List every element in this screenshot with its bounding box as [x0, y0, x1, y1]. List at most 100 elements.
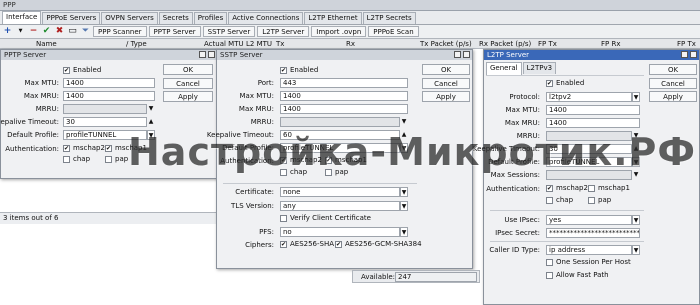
- auth-mschap2-checkbox[interactable]: ✔: [63, 145, 70, 152]
- verify-client-cert-checkbox[interactable]: [280, 215, 287, 222]
- allow-fast-path-checkbox[interactable]: [546, 272, 553, 279]
- sstp-server-button[interactable]: SSTP Server: [202, 26, 256, 37]
- chevron-down-icon[interactable]: ▼: [147, 104, 155, 114]
- keepalive-field[interactable]: 30: [63, 117, 147, 127]
- col-tx[interactable]: Tx: [276, 39, 284, 49]
- chevron-up-icon[interactable]: ▲: [147, 117, 155, 127]
- max-mtu-field[interactable]: 1400: [63, 78, 155, 88]
- col-tx-packet[interactable]: Tx Packet (p/s): [420, 39, 472, 49]
- chevron-down-icon[interactable]: ▼: [632, 215, 640, 225]
- col-fp-rx[interactable]: FP Rx: [601, 39, 620, 49]
- minimize-icon[interactable]: [454, 51, 461, 58]
- ok-button[interactable]: OK: [163, 64, 213, 75]
- chevron-down-icon[interactable]: ▼: [400, 227, 408, 237]
- max-mtu-field[interactable]: 1400: [280, 91, 408, 101]
- col-rx-packet[interactable]: Rx Packet (p/s): [479, 39, 531, 49]
- chevron-down-icon[interactable]: ▼: [632, 92, 640, 102]
- chevron-down-icon[interactable]: ▼: [15, 26, 26, 37]
- auth-chap-checkbox[interactable]: [546, 197, 553, 204]
- enabled-label: Enabled: [73, 66, 102, 74]
- protocol-select[interactable]: l2tpv2: [546, 92, 632, 102]
- port-field[interactable]: 443: [280, 78, 408, 88]
- remove-icon[interactable]: −: [28, 26, 39, 37]
- one-session-checkbox[interactable]: [546, 259, 553, 266]
- enabled-checkbox[interactable]: ✔: [280, 67, 287, 74]
- mrru-field[interactable]: [280, 117, 400, 127]
- window-title: PPP: [0, 0, 700, 11]
- caller-id-label: Caller ID Type:: [489, 246, 540, 254]
- import-ovpn-button[interactable]: Import .ovpn: [311, 26, 367, 37]
- pptp-server-button[interactable]: PPTP Server: [148, 26, 201, 37]
- max-mru-field[interactable]: 1400: [280, 104, 408, 114]
- ciphers-label: Ciphers:: [245, 241, 274, 249]
- comment-icon[interactable]: ▭: [67, 26, 78, 37]
- col-type[interactable]: / Type: [126, 39, 147, 49]
- col-l2-mtu[interactable]: L2 MTU: [246, 39, 272, 49]
- ok-button[interactable]: OK: [649, 64, 697, 75]
- certificate-select[interactable]: none: [280, 187, 400, 197]
- tab-active-connections[interactable]: Active Connections: [228, 12, 304, 24]
- cipher-aes256-gcm-checkbox[interactable]: ✔: [335, 241, 342, 248]
- disable-icon[interactable]: ✖: [54, 26, 65, 37]
- tab-interface[interactable]: Interface: [2, 11, 42, 24]
- enabled-checkbox[interactable]: ✔: [546, 80, 553, 87]
- tab-pppoe-servers[interactable]: PPPoE Servers: [42, 12, 101, 24]
- auth-mschap1-checkbox[interactable]: [588, 185, 595, 192]
- chevron-down-icon[interactable]: ▼: [400, 117, 408, 127]
- max-mru-field[interactable]: 1400: [63, 91, 155, 101]
- tab-profiles[interactable]: Profiles: [193, 12, 228, 24]
- mrru-field[interactable]: [63, 104, 147, 114]
- auth-mschap1-checkbox[interactable]: ✔: [105, 145, 112, 152]
- tab-secrets[interactable]: Secrets: [158, 12, 193, 24]
- minimize-icon[interactable]: [681, 51, 688, 58]
- apply-button[interactable]: Apply: [422, 91, 470, 102]
- col-fp-tx[interactable]: FP Tx: [538, 39, 557, 49]
- auth-pap-label: pap: [598, 196, 612, 204]
- enable-icon[interactable]: ✔: [41, 26, 52, 37]
- sstp-dialog-title: SSTP Server: [217, 50, 472, 60]
- pppoe-scan-button[interactable]: PPPoE Scan: [368, 26, 419, 37]
- apply-button[interactable]: Apply: [163, 91, 213, 102]
- tab-l2tp-ethernet[interactable]: L2TP Ethernet: [304, 12, 362, 24]
- cancel-button[interactable]: Cancel: [163, 78, 213, 89]
- col-actual-mtu[interactable]: Actual MTU: [204, 39, 244, 49]
- auth-chap-checkbox[interactable]: [63, 156, 70, 163]
- max-mtu-field[interactable]: 1400: [546, 105, 640, 115]
- chevron-down-icon[interactable]: ▼: [400, 187, 408, 197]
- caller-id-select[interactable]: ip address: [546, 245, 632, 255]
- use-ipsec-select[interactable]: yes: [546, 215, 632, 225]
- col-rx[interactable]: Rx: [346, 39, 355, 49]
- close-icon[interactable]: [690, 51, 697, 58]
- tab-ovpn-servers[interactable]: OVPN Servers: [101, 12, 158, 24]
- close-icon[interactable]: [208, 51, 215, 58]
- auth-pap-checkbox[interactable]: [588, 197, 595, 204]
- cancel-button[interactable]: Cancel: [422, 78, 470, 89]
- auth-mschap1-label: mschap1: [598, 184, 630, 192]
- ipsec-secret-field[interactable]: **************************: [546, 228, 640, 238]
- ppp-scanner-button[interactable]: PPP Scanner: [93, 26, 147, 37]
- filter-icon[interactable]: ⏷: [80, 26, 91, 37]
- auth-mschap2-checkbox[interactable]: ✔: [546, 185, 553, 192]
- col-name[interactable]: Name: [36, 39, 57, 49]
- enabled-checkbox[interactable]: ✔: [63, 67, 70, 74]
- tab-l2tp-secrets[interactable]: L2TP Secrets: [362, 12, 416, 24]
- available-value: 247: [395, 272, 477, 282]
- tab-general[interactable]: General: [486, 62, 522, 75]
- chevron-down-icon[interactable]: ▼: [400, 201, 408, 211]
- ok-button[interactable]: OK: [422, 64, 470, 75]
- cancel-button[interactable]: Cancel: [649, 78, 697, 89]
- cipher-aes256-sha-checkbox[interactable]: ✔: [280, 241, 287, 248]
- tab-l2tpv3[interactable]: L2TPv3: [522, 62, 557, 74]
- max-mru-field[interactable]: 1400: [546, 118, 640, 128]
- chevron-down-icon[interactable]: ▼: [632, 245, 640, 255]
- l2tp-server-button[interactable]: L2TP Server: [257, 26, 310, 37]
- apply-button[interactable]: Apply: [649, 91, 697, 102]
- tls-version-select[interactable]: any: [280, 201, 400, 211]
- minimize-icon[interactable]: [199, 51, 206, 58]
- auth-pap-checkbox[interactable]: [105, 156, 112, 163]
- close-icon[interactable]: [463, 51, 470, 58]
- pfs-select[interactable]: no: [280, 227, 400, 237]
- col-fp-tx-2[interactable]: FP Tx: [677, 39, 696, 49]
- add-icon[interactable]: +: [2, 26, 13, 37]
- l2tp-dialog-title: L2TP Server: [484, 50, 699, 60]
